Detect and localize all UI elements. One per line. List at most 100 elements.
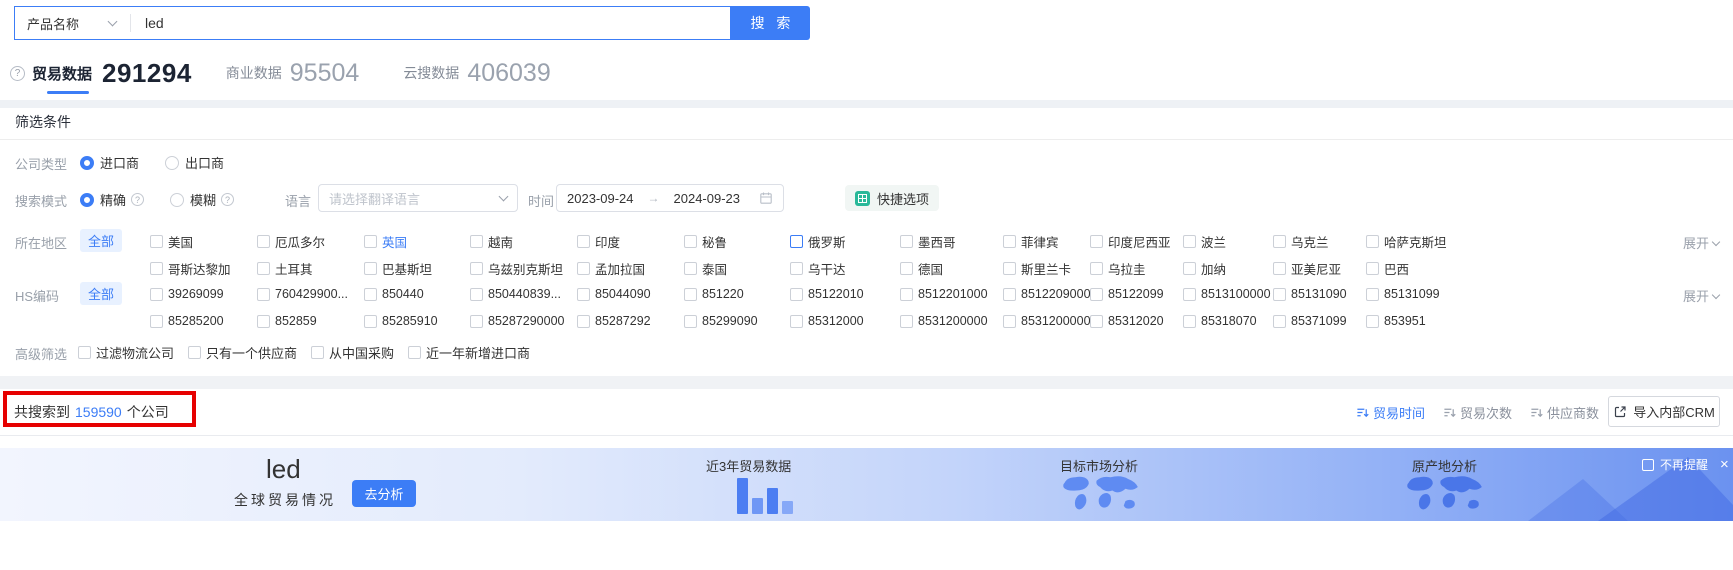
radio-exact[interactable]: 精确 ? [80, 190, 145, 209]
checkbox-option[interactable]: 泰国 [684, 259, 790, 278]
checkbox[interactable] [1003, 314, 1016, 328]
checkbox-option[interactable]: 8513100000 [1183, 287, 1273, 301]
checkbox-option[interactable]: 过滤物流公司 [78, 343, 174, 362]
checkbox[interactable] [577, 261, 590, 275]
checkbox[interactable] [1366, 234, 1379, 248]
checkbox[interactable] [684, 287, 697, 301]
checkbox[interactable] [577, 287, 590, 301]
checkbox[interactable] [364, 314, 377, 328]
import-crm-button[interactable]: 导入内部CRM [1608, 396, 1720, 427]
checkbox[interactable] [1090, 261, 1103, 275]
checkbox-option[interactable]: 乌克兰 [1273, 232, 1366, 251]
checkbox-option[interactable]: 英国 [364, 232, 470, 251]
checkbox[interactable] [1183, 261, 1196, 275]
checkbox-option[interactable]: 厄瓜多尔 [257, 232, 364, 251]
checkbox-option[interactable]: 39269099 [150, 287, 257, 301]
checkbox-option[interactable]: 菲律宾 [1003, 232, 1090, 251]
checkbox-option[interactable]: 德国 [900, 259, 1003, 278]
checkbox[interactable] [364, 234, 377, 248]
checkbox-option[interactable]: 8512201000 [900, 287, 1003, 301]
checkbox-option[interactable]: 853951 [1366, 314, 1673, 328]
checkbox[interactable] [150, 234, 163, 248]
checkbox-option[interactable]: 哥斯达黎加 [150, 259, 257, 278]
checkbox-option[interactable]: 只有一个供应商 [188, 343, 297, 362]
checkbox-option[interactable]: 852859 [257, 314, 364, 328]
checkbox-option[interactable]: 85287290000 [470, 314, 577, 328]
checkbox[interactable] [1183, 234, 1196, 248]
checkbox[interactable] [684, 261, 697, 275]
checkbox[interactable] [150, 261, 163, 275]
checkbox[interactable] [684, 314, 697, 328]
checkbox[interactable] [470, 314, 483, 328]
checkbox-option[interactable]: 85122099 [1090, 287, 1183, 301]
info-icon[interactable]: ? [131, 193, 145, 206]
checkbox-option[interactable]: 越南 [470, 232, 577, 251]
checkbox[interactable] [257, 314, 270, 328]
checkbox-option[interactable]: 印度 [577, 232, 684, 251]
checkbox-option[interactable]: 851220 [684, 287, 790, 301]
checkbox[interactable] [470, 261, 483, 275]
sort-trade-time[interactable]: 贸易时间 [1356, 403, 1425, 422]
checkbox[interactable] [470, 287, 483, 301]
checkbox-option[interactable]: 8531200000 [900, 314, 1003, 328]
checkbox[interactable] [1273, 314, 1286, 328]
checkbox[interactable] [1090, 234, 1103, 248]
checkbox[interactable] [790, 234, 803, 248]
checkbox-option[interactable]: 乌干达 [790, 259, 900, 278]
checkbox-option[interactable]: 85131090 [1273, 287, 1366, 301]
hs-expand-link[interactable]: 展开 [1683, 286, 1721, 305]
checkbox-option[interactable]: 85318070 [1183, 314, 1273, 328]
go-analyze-button[interactable]: 去分析 [352, 480, 416, 507]
checkbox-option[interactable]: 85371099 [1273, 314, 1366, 328]
checkbox-option[interactable]: 85299090 [684, 314, 790, 328]
checkbox[interactable] [790, 261, 803, 275]
quick-options-button[interactable]: 快捷选项 [845, 185, 940, 211]
checkbox-option[interactable]: 850440 [364, 287, 470, 301]
checkbox[interactable] [364, 261, 377, 275]
checkbox-option[interactable]: 近一年新增进口商 [408, 343, 530, 362]
radio-fuzzy[interactable]: 模糊 ? [170, 190, 235, 209]
checkbox[interactable] [78, 346, 91, 359]
checkbox[interactable] [577, 314, 590, 328]
checkbox-option[interactable]: 85287292 [577, 314, 684, 328]
checkbox-option[interactable]: 85312000 [790, 314, 900, 328]
checkbox[interactable] [257, 287, 270, 301]
checkbox[interactable] [150, 314, 163, 328]
checkbox[interactable] [1366, 287, 1379, 301]
checkbox-option[interactable]: 美国 [150, 232, 257, 251]
search-category-select[interactable]: 产品名称 [15, 14, 118, 33]
checkbox-option[interactable]: 85044090 [577, 287, 684, 301]
checkbox-option[interactable]: 墨西哥 [900, 232, 1003, 251]
radio-importer[interactable]: 进口商 [80, 153, 139, 172]
checkbox-option[interactable]: 85312000000 [1003, 314, 1097, 328]
date-range-picker[interactable]: 2023-09-24 → 2024-09-23 [556, 184, 784, 212]
checkbox[interactable] [900, 261, 913, 275]
checkbox-option[interactable]: 8512209000 [1003, 287, 1091, 301]
checkbox[interactable] [257, 261, 270, 275]
checkbox[interactable] [577, 234, 590, 248]
checkbox-option[interactable]: 850440839... [470, 287, 577, 301]
checkbox-option[interactable]: 乌拉圭 [1090, 259, 1183, 278]
search-input[interactable] [131, 8, 730, 38]
checkbox[interactable] [900, 234, 913, 248]
tab-trade-data[interactable]: ? 贸易数据 291294 [10, 58, 192, 89]
checkbox[interactable] [790, 314, 803, 328]
checkbox-option[interactable]: 乌兹别克斯坦 [470, 259, 577, 278]
checkbox[interactable] [1183, 287, 1196, 301]
checkbox-option[interactable]: 85122010 [790, 287, 900, 301]
checkbox-option[interactable]: 加纳 [1183, 259, 1273, 278]
checkbox[interactable] [257, 234, 270, 248]
checkbox-option[interactable]: 俄罗斯 [790, 232, 900, 251]
checkbox[interactable] [1090, 314, 1103, 328]
sort-trade-count[interactable]: 贸易次数 [1443, 403, 1512, 422]
checkbox[interactable] [408, 346, 422, 359]
sort-supplier-count[interactable]: 供应商数 [1530, 403, 1599, 422]
checkbox-option[interactable]: 从中国采购 [311, 343, 394, 362]
checkbox[interactable] [1273, 287, 1286, 301]
checkbox[interactable] [188, 346, 202, 359]
dismiss-checkbox[interactable] [1642, 458, 1654, 471]
checkbox[interactable] [150, 287, 163, 301]
checkbox[interactable] [1366, 314, 1379, 328]
search-button[interactable]: 搜 索 [731, 6, 810, 40]
close-icon[interactable]: × [1720, 457, 1729, 472]
